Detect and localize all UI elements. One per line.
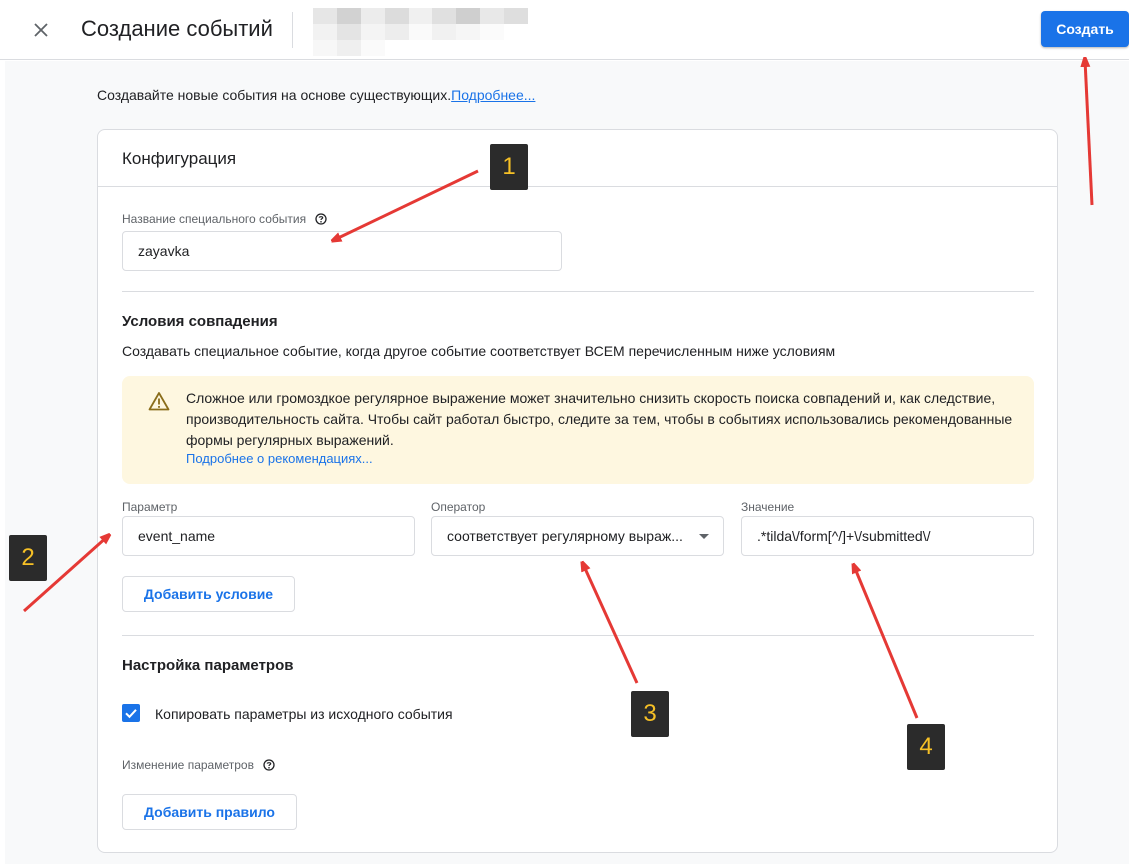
- operator-value: соответствует регулярному выраж...: [447, 528, 683, 544]
- learn-more-link[interactable]: Подробнее...: [451, 87, 535, 103]
- section-divider: [122, 291, 1034, 292]
- close-button[interactable]: [27, 16, 55, 44]
- parameter-input[interactable]: event_name: [122, 516, 415, 556]
- event-name-input[interactable]: zayavka: [122, 231, 562, 271]
- card-divider: [98, 186, 1057, 187]
- dropdown-arrow-icon: [699, 534, 709, 539]
- modify-params-label: Изменение параметров: [122, 758, 275, 772]
- annotation-badge-1: 1: [490, 144, 528, 190]
- operator-select[interactable]: соответствует регулярному выраж...: [431, 516, 724, 556]
- header: Создание событий Создать: [0, 0, 1129, 60]
- title-divider: [292, 12, 293, 48]
- checkmark-icon: [125, 709, 137, 719]
- close-icon: [34, 23, 48, 37]
- annotation-badge-2: 2: [9, 535, 47, 581]
- parameters-settings-title: Настройка параметров: [122, 657, 294, 674]
- recommendations-link[interactable]: Подробнее о рекомендациях...: [186, 451, 373, 466]
- annotation-badge-3: 3: [631, 691, 669, 737]
- warning-text: Сложное или громоздкое регулярное выраже…: [186, 390, 1013, 448]
- annotation-badge-4: 4: [907, 724, 945, 770]
- event-name-label: Название специального события: [122, 212, 328, 226]
- operator-label: Оператор: [431, 500, 486, 514]
- card-title: Конфигурация: [122, 149, 237, 168]
- section-divider: [122, 635, 1034, 636]
- parameter-label: Параметр: [122, 500, 178, 514]
- intro-description: Создавайте новые события на основе сущес…: [97, 87, 452, 103]
- copy-params-checkbox[interactable]: [122, 704, 140, 722]
- value-input[interactable]: .*tilda\/form[^/]+\/submitted\/: [741, 516, 1034, 556]
- copy-params-label: Копировать параметры из исходного событи…: [155, 706, 453, 722]
- page-title: Создание событий: [81, 16, 273, 41]
- create-button[interactable]: Создать: [1041, 11, 1129, 47]
- match-conditions-title: Условия совпадения: [122, 313, 278, 330]
- match-conditions-description: Создавать специальное событие, когда дру…: [122, 343, 836, 359]
- regex-warning-banner: Сложное или громоздкое регулярное выраже…: [122, 376, 1034, 484]
- event-name-label-text: Название специального события: [122, 212, 307, 226]
- warning-icon: [148, 392, 170, 411]
- add-rule-button[interactable]: Добавить правило: [122, 794, 297, 830]
- value-label: Значение: [741, 500, 795, 514]
- help-icon[interactable]: [263, 759, 275, 771]
- add-condition-button[interactable]: Добавить условие: [122, 576, 295, 612]
- redacted-property-name: [313, 8, 528, 56]
- help-icon[interactable]: [315, 213, 328, 225]
- modify-params-label-text: Изменение параметров: [122, 758, 254, 772]
- intro-text: Создавайте новые события на основе сущес…: [97, 87, 535, 103]
